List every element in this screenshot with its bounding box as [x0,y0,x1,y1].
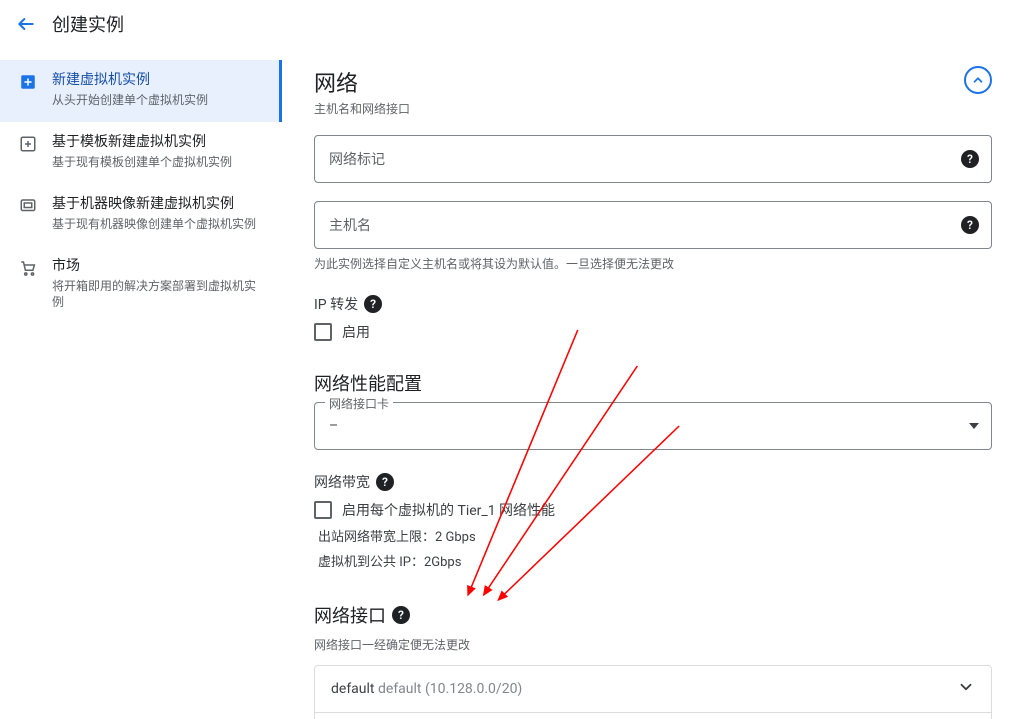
network-section-subtitle: 主机名和网络接口 [314,100,410,117]
nic-select-value: – [329,418,338,434]
sidebar-item-new-vm[interactable]: 新建虚拟机实例 从头开始创建单个虚拟机实例 [0,60,282,122]
back-arrow-icon[interactable] [16,14,36,34]
machine-image-icon [18,196,38,216]
tier1-checkbox-label: 启用每个虚拟机的 Tier_1 网络性能 [342,500,555,520]
sidebar-item-sub: 将开箱即用的解决方案部署到虚拟机实例 [52,278,266,310]
sidebar-item-sub: 基于现有模板创建单个虚拟机实例 [52,154,266,170]
sidebar-item-sub: 基于现有机器映像创建单个虚拟机实例 [52,216,266,232]
tier1-checkbox[interactable] [314,501,332,519]
network-tags-placeholder: 网络标记 [329,149,385,169]
help-icon[interactable]: ? [392,606,410,624]
add-interface-row: 添加网络接口 [314,713,992,719]
template-plus-icon [18,134,38,154]
dropdown-icon [969,423,979,429]
egress-bandwidth-text: 出站网络带宽上限：2 Gbps [318,526,992,545]
ip-forwarding-label: IP 转发 ? [314,294,992,314]
help-icon[interactable]: ? [364,295,382,313]
sidebar-item-sub: 从头开始创建单个虚拟机实例 [52,92,263,108]
network-interfaces-note: 网络接口一经确定便无法更改 [314,636,992,653]
default-if-detail: default (10.128.0.0/20) [378,681,522,697]
sidebar-item-title: 基于模板新建虚拟机实例 [52,132,266,152]
sidebar-item-title: 市场 [52,256,266,276]
sidebar: 新建虚拟机实例 从头开始创建单个虚拟机实例 基于模板新建虚拟机实例 基于现有模板… [0,48,282,719]
bandwidth-label: 网络带宽 ? [314,472,992,492]
plus-square-icon [18,72,38,92]
network-interfaces-title: 网络接口 ? [314,602,992,628]
page-title: 创建实例 [52,11,124,37]
collapse-toggle[interactable] [964,66,992,94]
cart-icon [18,258,38,278]
hostname-input[interactable]: 主机名 ? [314,201,992,249]
hostname-note: 为此实例选择自定义主机名或将其设为默认值。一旦选择便无法更改 [314,255,992,272]
help-icon[interactable]: ? [961,150,979,168]
public-ip-bandwidth-text: 虚拟机到公共 IP：2Gbps [318,551,992,570]
default-if-name: default [331,681,375,697]
sidebar-item-from-template[interactable]: 基于模板新建虚拟机实例 基于现有模板创建单个虚拟机实例 [0,122,282,184]
nic-select-legend: 网络接口卡 [325,395,393,412]
sidebar-item-marketplace[interactable]: 市场 将开箱即用的解决方案部署到虚拟机实例 [0,246,282,324]
network-section-title: 网络 [314,66,410,98]
default-interface-row[interactable]: default default (10.128.0.0/20) [314,665,992,713]
ip-forwarding-checkbox[interactable] [314,323,332,341]
network-perf-title: 网络性能配置 [314,370,992,396]
help-icon[interactable]: ? [961,216,979,234]
sidebar-item-title: 新建虚拟机实例 [52,70,263,90]
help-icon[interactable]: ? [376,473,394,491]
sidebar-item-from-machine-image[interactable]: 基于机器映像新建虚拟机实例 基于现有机器映像创建单个虚拟机实例 [0,184,282,246]
main-panel: 网络 主机名和网络接口 网络标记 ? 主机名 ? 为此实例选择自定义主机名或将其… [282,48,1024,719]
nic-select[interactable]: 网络接口卡 – [314,402,992,450]
chevron-down-icon [957,678,975,700]
network-tags-input[interactable]: 网络标记 ? [314,135,992,183]
ip-forwarding-checkbox-label: 启用 [342,322,370,342]
hostname-placeholder: 主机名 [329,215,371,235]
sidebar-item-title: 基于机器映像新建虚拟机实例 [52,194,266,214]
